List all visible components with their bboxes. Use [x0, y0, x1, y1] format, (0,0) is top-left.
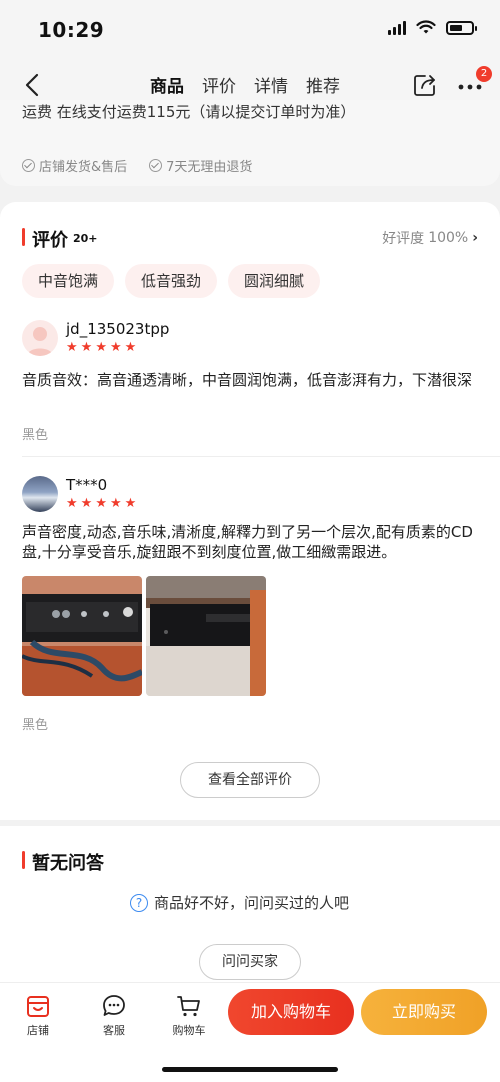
username: jd_135023tpp [66, 320, 170, 338]
check-circle-icon [22, 159, 35, 172]
good-rate-label: 好评度 [382, 231, 425, 247]
star-icon: ★ [109, 496, 122, 511]
battery-icon [446, 20, 477, 35]
review-title: 评价 [32, 230, 68, 251]
service-row: 店铺发货&售后 7天无理由退货 [22, 156, 252, 175]
avatar [22, 476, 58, 512]
ask-buyers-button[interactable]: 问问买家 [199, 944, 301, 980]
tab-product[interactable]: 商品 [150, 72, 184, 103]
shop-icon [27, 996, 49, 1017]
star-icon: ★ [124, 340, 137, 355]
star-icon: ★ [124, 496, 137, 511]
review-count: 20+ [73, 232, 98, 245]
avatar [22, 320, 58, 356]
bottom-action-bar: 店铺 客服 购物车 加入购物车 立即购买 [0, 982, 500, 1082]
shop-button[interactable]: 店铺 [13, 993, 63, 1038]
review-item[interactable]: T***0 ★ ★ ★ ★ ★ 声音密度,动态,音乐味,清淅度,解釋力到了另一个… [22, 476, 480, 733]
review-variant: 黑色 [22, 428, 49, 443]
review-photos [22, 576, 282, 696]
status-time: 10:29 [38, 18, 105, 42]
cart-button[interactable]: 购物车 [164, 993, 214, 1038]
signal-icon [388, 20, 406, 35]
qa-hint: ? 商品好不好，问问买过的人吧 [130, 892, 349, 913]
service-label: 7天无理由退货 [166, 160, 253, 175]
wifi-icon [416, 20, 436, 34]
section-accent-bar [22, 851, 25, 869]
star-rating: ★ ★ ★ ★ ★ [66, 497, 136, 510]
review-item[interactable]: jd_135023tpp ★ ★ ★ ★ ★ 音质音效：高音通透清晰，中音圆润饱… [22, 320, 480, 443]
cart-icon [177, 996, 200, 1017]
service-label: 店铺发货&售后 [39, 160, 128, 175]
good-rate-link[interactable]: 好评度 100% › [382, 228, 478, 248]
review-tag[interactable]: 中音饱满 [22, 264, 115, 298]
review-photo[interactable] [146, 576, 266, 696]
view-all-reviews-button[interactable]: 查看全部评价 [180, 762, 320, 798]
chevron-right-icon: › [472, 230, 478, 246]
freight-text: 运费 在线支付运费115元（请以提交订单时为准） [22, 103, 356, 121]
status-icons [388, 20, 477, 35]
tab-reviews[interactable]: 评价 [202, 72, 236, 103]
review-photo[interactable] [22, 576, 142, 696]
star-icon: ★ [95, 496, 107, 511]
customer-service-button[interactable]: 客服 [89, 993, 139, 1038]
check-circle-icon [149, 159, 163, 172]
star-icon: ★ [80, 340, 93, 355]
star-icon: ★ [95, 340, 107, 355]
status-bar: 10:29 [0, 0, 500, 60]
good-rate-value: 100% [428, 230, 469, 246]
review-tag[interactable]: 圆润细腻 [228, 264, 321, 298]
question-icon: ? [130, 893, 148, 912]
qa-title: 暂无问答 [32, 853, 104, 874]
home-indicator[interactable] [162, 1067, 338, 1072]
username: T***0 [66, 476, 108, 494]
service-label: 客服 [103, 1024, 125, 1037]
notification-badge: 2 [476, 66, 492, 82]
chat-bubble-icon [103, 995, 125, 1016]
add-to-cart-button[interactable]: 加入购物车 [228, 989, 354, 1035]
star-rating: ★ ★ ★ ★ ★ [66, 341, 136, 354]
divider [22, 456, 500, 457]
buy-now-button[interactable]: 立即购买 [361, 989, 487, 1035]
review-variant: 黑色 [22, 718, 49, 733]
qa-section: 暂无问答 ? 商品好不好，问问买过的人吧 问问买家 [0, 826, 500, 986]
tab-recommend[interactable]: 推荐 [306, 72, 340, 103]
star-icon: ★ [80, 496, 93, 511]
service-item: 店铺发货&售后 [22, 156, 127, 175]
shop-label: 店铺 [27, 1024, 49, 1037]
star-icon: ★ [109, 340, 122, 355]
cart-label: 购物车 [172, 1024, 206, 1037]
product-info-card: 运费 在线支付运费115元（请以提交订单时为准） 店铺发货&售后 7天无理由退货 [0, 100, 500, 186]
review-text: 声音密度,动态,音乐味,清淅度,解釋力到了另一个层次,配有质素的CD盘,十分享受… [22, 523, 473, 561]
share-icon[interactable] [412, 72, 438, 98]
section-accent-bar [22, 228, 25, 246]
nav-tabs: 商品 评价 详情 推荐 [150, 72, 340, 103]
review-tag[interactable]: 低音强劲 [125, 264, 218, 298]
review-section: 评价 20+ 好评度 100% › 中音饱满 低音强劲 圆润细腻 jd_1350… [0, 202, 500, 820]
chevron-left-icon[interactable] [18, 70, 48, 100]
review-text: 音质音效：高音通透清晰，中音圆润饱满，低音澎湃有力，下潜很深 [22, 371, 473, 389]
qa-hint-text: 商品好不好，问问买过的人吧 [154, 894, 350, 912]
service-item: 7天无理由退货 [149, 156, 252, 175]
star-icon: ★ [66, 496, 78, 511]
star-icon: ★ [66, 340, 78, 355]
tab-details[interactable]: 详情 [254, 72, 288, 103]
